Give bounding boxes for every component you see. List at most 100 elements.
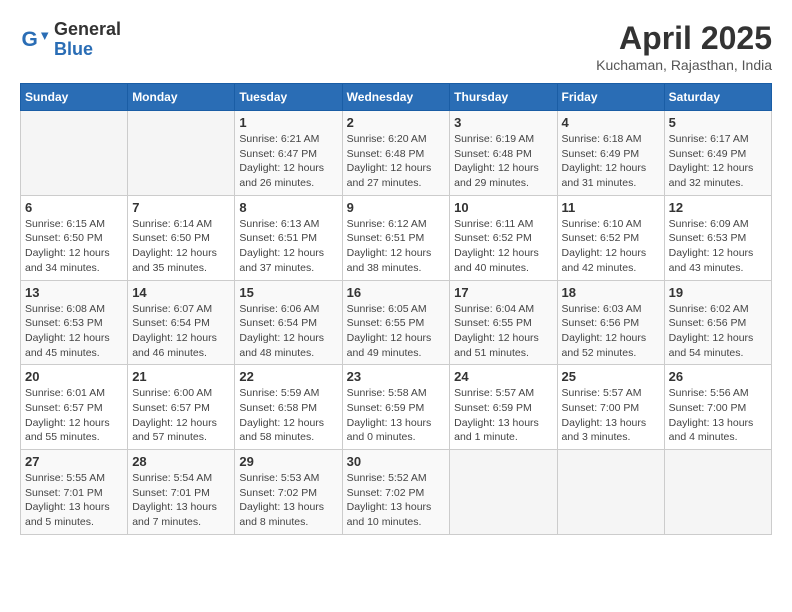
- day-number: 9: [347, 200, 446, 215]
- logo-blue: Blue: [54, 40, 121, 60]
- calendar-cell: [450, 450, 557, 535]
- calendar-body: 1Sunrise: 6:21 AMSunset: 6:47 PMDaylight…: [21, 111, 772, 535]
- day-number: 23: [347, 369, 446, 384]
- weekday-header-wednesday: Wednesday: [342, 84, 450, 111]
- calendar-cell: 27Sunrise: 5:55 AMSunset: 7:01 PMDayligh…: [21, 450, 128, 535]
- logo-text: General Blue: [54, 20, 121, 60]
- calendar-cell: 4 Sunrise: 6:18 AMSunset: 6:49 PMDaylight…: [557, 111, 664, 196]
- calendar-cell: 29 Sunrise: 5:53 AMSunset: 7:02 PMDayligh…: [235, 450, 342, 535]
- day-number: 19: [669, 285, 767, 300]
- day-info: Sunrise: 6:12 AMSunset: 6:51 PMDaylight:…: [347, 217, 446, 276]
- day-info: Sunrise: 6:19 AMSunset: 6:48 PMDaylight:…: [454, 132, 552, 191]
- day-info: Sunrise: 6:09 AMSunset: 6:53 PMDaylight:…: [669, 217, 767, 276]
- day-info: Sunrise: 5:54 AMSunset: 7:01 PMDaylight:…: [132, 471, 230, 530]
- day-number: 30: [347, 454, 446, 469]
- day-number: 14: [132, 285, 230, 300]
- day-info: Sunrise: 6:20 AMSunset: 6:48 PMDaylight:…: [347, 132, 446, 191]
- day-number: 8: [239, 200, 337, 215]
- calendar-cell: 8 Sunrise: 6:13 AMSunset: 6:51 PMDaylight…: [235, 195, 342, 280]
- calendar-cell: 19 Sunrise: 6:02 AMSunset: 6:56 PMDayligh…: [664, 280, 771, 365]
- calendar-cell: 1Sunrise: 6:21 AMSunset: 6:47 PMDaylight…: [235, 111, 342, 196]
- logo-icon: G: [20, 25, 50, 55]
- day-number: 16: [347, 285, 446, 300]
- day-number: 17: [454, 285, 552, 300]
- calendar-cell: 14 Sunrise: 6:07 AMSunset: 6:54 PMDayligh…: [128, 280, 235, 365]
- calendar-cell: 21 Sunrise: 6:00 AMSunset: 6:57 PMDayligh…: [128, 365, 235, 450]
- calendar-cell: 20 Sunrise: 6:01 AMSunset: 6:57 PMDayligh…: [21, 365, 128, 450]
- calendar-cell: 12 Sunrise: 6:09 AMSunset: 6:53 PMDayligh…: [664, 195, 771, 280]
- calendar-cell: 16 Sunrise: 6:05 AMSunset: 6:55 PMDayligh…: [342, 280, 450, 365]
- day-number: 4: [562, 115, 660, 130]
- day-number: 10: [454, 200, 552, 215]
- weekday-header-thursday: Thursday: [450, 84, 557, 111]
- calendar-cell: 9 Sunrise: 6:12 AMSunset: 6:51 PMDaylight…: [342, 195, 450, 280]
- calendar-cell: 22 Sunrise: 5:59 AMSunset: 6:58 PMDayligh…: [235, 365, 342, 450]
- calendar-cell: 17 Sunrise: 6:04 AMSunset: 6:55 PMDayligh…: [450, 280, 557, 365]
- day-info: Sunrise: 6:07 AMSunset: 6:54 PMDaylight:…: [132, 302, 230, 361]
- day-number: 18: [562, 285, 660, 300]
- day-info: Sunrise: 6:01 AMSunset: 6:57 PMDaylight:…: [25, 386, 123, 445]
- weekday-row: SundayMondayTuesdayWednesdayThursdayFrid…: [21, 84, 772, 111]
- calendar-cell: 28 Sunrise: 5:54 AMSunset: 7:01 PMDayligh…: [128, 450, 235, 535]
- day-number: 13: [25, 285, 123, 300]
- calendar-cell: [664, 450, 771, 535]
- day-info: Sunrise: 6:04 AMSunset: 6:55 PMDaylight:…: [454, 302, 552, 361]
- day-number: 22: [239, 369, 337, 384]
- day-info: Sunrise: 6:10 AMSunset: 6:52 PMDaylight:…: [562, 217, 660, 276]
- day-info: Sunrise: 6:15 AMSunset: 6:50 PMDaylight:…: [25, 217, 123, 276]
- calendar-cell: 24Sunrise: 5:57 AMSunset: 6:59 PMDayligh…: [450, 365, 557, 450]
- location: Kuchaman, Rajasthan, India: [596, 57, 772, 73]
- day-number: 29: [239, 454, 337, 469]
- calendar-cell: 2Sunrise: 6:20 AMSunset: 6:48 PMDaylight…: [342, 111, 450, 196]
- calendar-cell: 11 Sunrise: 6:10 AMSunset: 6:52 PMDayligh…: [557, 195, 664, 280]
- weekday-header-saturday: Saturday: [664, 84, 771, 111]
- calendar-cell: 5 Sunrise: 6:17 AMSunset: 6:49 PMDaylight…: [664, 111, 771, 196]
- day-number: 26: [669, 369, 767, 384]
- calendar-cell: 18Sunrise: 6:03 AMSunset: 6:56 PMDayligh…: [557, 280, 664, 365]
- calendar-cell: 13Sunrise: 6:08 AMSunset: 6:53 PMDayligh…: [21, 280, 128, 365]
- calendar-cell: 23 Sunrise: 5:58 AMSunset: 6:59 PMDayligh…: [342, 365, 450, 450]
- weekday-header-friday: Friday: [557, 84, 664, 111]
- day-info: Sunrise: 5:57 AMSunset: 6:59 PMDaylight:…: [454, 386, 552, 445]
- calendar-week-1: 1Sunrise: 6:21 AMSunset: 6:47 PMDaylight…: [21, 111, 772, 196]
- calendar-cell: 10 Sunrise: 6:11 AMSunset: 6:52 PMDayligh…: [450, 195, 557, 280]
- title-section: April 2025 Kuchaman, Rajasthan, India: [596, 20, 772, 73]
- day-number: 6: [25, 200, 123, 215]
- day-info: Sunrise: 5:56 AMSunset: 7:00 PMDaylight:…: [669, 386, 767, 445]
- day-info: Sunrise: 6:21 AMSunset: 6:47 PMDaylight:…: [239, 132, 337, 191]
- calendar-cell: 26 Sunrise: 5:56 AMSunset: 7:00 PMDayligh…: [664, 365, 771, 450]
- day-info: Sunrise: 6:18 AMSunset: 6:49 PMDaylight:…: [562, 132, 660, 191]
- day-number: 5: [669, 115, 767, 130]
- svg-text:G: G: [22, 28, 38, 51]
- day-number: 12: [669, 200, 767, 215]
- logo-general: General: [54, 20, 121, 40]
- day-number: 27: [25, 454, 123, 469]
- day-info: Sunrise: 6:13 AMSunset: 6:51 PMDaylight:…: [239, 217, 337, 276]
- day-number: 11: [562, 200, 660, 215]
- month-year: April 2025: [596, 20, 772, 57]
- day-info: Sunrise: 5:52 AMSunset: 7:02 PMDaylight:…: [347, 471, 446, 530]
- day-info: Sunrise: 5:53 AMSunset: 7:02 PMDaylight:…: [239, 471, 337, 530]
- calendar-week-2: 6 Sunrise: 6:15 AMSunset: 6:50 PMDaylight…: [21, 195, 772, 280]
- day-number: 21: [132, 369, 230, 384]
- day-info: Sunrise: 5:57 AMSunset: 7:00 PMDaylight:…: [562, 386, 660, 445]
- weekday-header-tuesday: Tuesday: [235, 84, 342, 111]
- day-info: Sunrise: 6:06 AMSunset: 6:54 PMDaylight:…: [239, 302, 337, 361]
- day-info: Sunrise: 6:17 AMSunset: 6:49 PMDaylight:…: [669, 132, 767, 191]
- logo: G General Blue: [20, 20, 121, 60]
- day-info: Sunrise: 6:00 AMSunset: 6:57 PMDaylight:…: [132, 386, 230, 445]
- calendar-header: SundayMondayTuesdayWednesdayThursdayFrid…: [21, 84, 772, 111]
- calendar: SundayMondayTuesdayWednesdayThursdayFrid…: [20, 83, 772, 535]
- day-info: Sunrise: 6:02 AMSunset: 6:56 PMDaylight:…: [669, 302, 767, 361]
- day-info: Sunrise: 5:59 AMSunset: 6:58 PMDaylight:…: [239, 386, 337, 445]
- calendar-cell: 6 Sunrise: 6:15 AMSunset: 6:50 PMDaylight…: [21, 195, 128, 280]
- day-number: 28: [132, 454, 230, 469]
- day-info: Sunrise: 5:58 AMSunset: 6:59 PMDaylight:…: [347, 386, 446, 445]
- day-number: 3: [454, 115, 552, 130]
- day-number: 15: [239, 285, 337, 300]
- day-number: 20: [25, 369, 123, 384]
- calendar-cell: 25Sunrise: 5:57 AMSunset: 7:00 PMDayligh…: [557, 365, 664, 450]
- day-info: Sunrise: 6:11 AMSunset: 6:52 PMDaylight:…: [454, 217, 552, 276]
- day-info: Sunrise: 6:05 AMSunset: 6:55 PMDaylight:…: [347, 302, 446, 361]
- calendar-cell: [557, 450, 664, 535]
